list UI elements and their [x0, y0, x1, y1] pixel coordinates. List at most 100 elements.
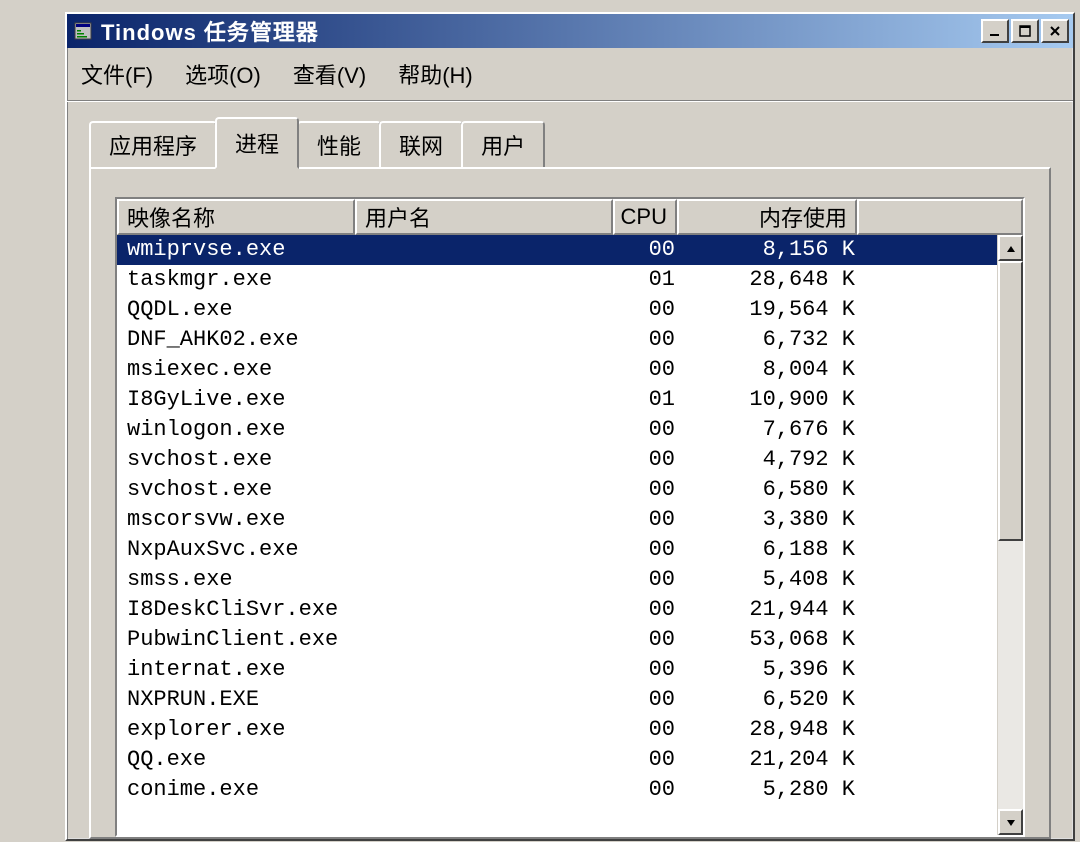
cell-image-name: wmiprvse.exe [121, 235, 359, 265]
process-row[interactable]: NXPRUN.EXE006,520 K [117, 685, 997, 715]
cell-cpu: 00 [617, 655, 681, 685]
col-header-user-name[interactable]: 用户名 [355, 199, 613, 235]
scroll-track[interactable] [998, 261, 1023, 809]
cell-user-name [359, 535, 617, 565]
cell-cpu: 00 [617, 565, 681, 595]
process-row[interactable]: msiexec.exe008,004 K [117, 355, 997, 385]
cell-cpu: 00 [617, 415, 681, 445]
process-row[interactable]: smss.exe005,408 K [117, 565, 997, 595]
process-row[interactable]: DNF_AHK02.exe006,732 K [117, 325, 997, 355]
cell-image-name: I8DeskCliSvr.exe [121, 595, 359, 625]
cell-mem: 5,280 K [681, 775, 861, 805]
cell-image-name: NXPRUN.EXE [121, 685, 359, 715]
menubar: 文件(F) 选项(O) 查看(V) 帮助(H) [67, 48, 1073, 101]
cell-image-name: I8GyLive.exe [121, 385, 359, 415]
cell-cpu: 00 [617, 685, 681, 715]
close-button[interactable] [1041, 19, 1069, 43]
window-title: Tindows 任务管理器 [101, 15, 981, 47]
cell-cpu: 00 [617, 355, 681, 385]
cell-cpu: 00 [617, 295, 681, 325]
process-row[interactable]: internat.exe005,396 K [117, 655, 997, 685]
scroll-down-button[interactable] [998, 809, 1023, 835]
vertical-scrollbar[interactable] [997, 235, 1023, 835]
process-row[interactable]: wmiprvse.exe008,156 K [117, 235, 997, 265]
cell-cpu: 00 [617, 625, 681, 655]
cell-image-name: QQ.exe [121, 745, 359, 775]
cell-mem: 19,564 K [681, 295, 861, 325]
cell-cpu: 01 [617, 265, 681, 295]
process-row[interactable]: PubwinClient.exe 0053,068 K [117, 625, 997, 655]
cell-mem: 21,204 K [681, 745, 861, 775]
menu-options[interactable]: 选项(O) [173, 54, 273, 94]
app-icon [71, 19, 95, 43]
tab-processes[interactable]: 进程 [215, 117, 299, 169]
processes-panel: 映像名称 用户名 CPU 内存使用 wmiprvse.exe008,156 Kt… [89, 167, 1051, 839]
process-row[interactable]: taskmgr.exe0128,648 K [117, 265, 997, 295]
cell-cpu: 01 [617, 385, 681, 415]
cell-user-name [359, 475, 617, 505]
cell-user-name [359, 745, 617, 775]
cell-user-name [359, 325, 617, 355]
col-header-cpu[interactable]: CPU [613, 199, 677, 235]
cell-mem: 53,068 K [681, 625, 861, 655]
listview-header: 映像名称 用户名 CPU 内存使用 [117, 199, 1023, 235]
cell-mem: 6,580 K [681, 475, 861, 505]
cell-image-name: svchost.exe [121, 475, 359, 505]
process-row[interactable]: mscorsvw.exe003,380 K [117, 505, 997, 535]
task-manager-window: Tindows 任务管理器 文件(F) 选项(O) 查看(V) 帮助(H) 应用… [65, 12, 1075, 841]
scroll-thumb[interactable] [998, 261, 1023, 541]
cell-cpu: 00 [617, 235, 681, 265]
cell-image-name: NxpAuxSvc.exe [121, 535, 359, 565]
cell-user-name [359, 295, 617, 325]
cell-cpu: 00 [617, 445, 681, 475]
cell-mem: 28,948 K [681, 715, 861, 745]
minimize-button[interactable] [981, 19, 1009, 43]
cell-image-name: PubwinClient.exe [121, 625, 359, 655]
cell-mem: 5,396 K [681, 655, 861, 685]
cell-user-name [359, 775, 617, 805]
arrow-down-icon [1006, 812, 1016, 833]
col-header-blank[interactable] [857, 199, 1023, 235]
process-row[interactable]: NxpAuxSvc.exe006,188 K [117, 535, 997, 565]
cell-image-name: QQDL.exe [121, 295, 359, 325]
col-header-mem-usage[interactable]: 内存使用 [677, 199, 857, 235]
cell-user-name [359, 505, 617, 535]
tab-strip: 应用程序 进程 性能 联网 用户 [89, 117, 1051, 169]
cell-user-name [359, 655, 617, 685]
menu-help[interactable]: 帮助(H) [386, 54, 485, 94]
process-row[interactable]: svchost.exe006,580 K [117, 475, 997, 505]
titlebar[interactable]: Tindows 任务管理器 [67, 14, 1073, 48]
cell-cpu: 00 [617, 325, 681, 355]
maximize-button[interactable] [1011, 19, 1039, 43]
cell-mem: 6,732 K [681, 325, 861, 355]
scroll-up-button[interactable] [998, 235, 1023, 261]
menu-view[interactable]: 查看(V) [281, 54, 378, 94]
cell-mem: 21,944 K [681, 595, 861, 625]
cell-cpu: 00 [617, 715, 681, 745]
tab-users[interactable]: 用户 [461, 121, 545, 173]
cell-image-name: msiexec.exe [121, 355, 359, 385]
cell-mem: 3,380 K [681, 505, 861, 535]
process-row[interactable]: conime.exe005,280 K [117, 775, 997, 805]
process-row[interactable]: winlogon.exe007,676 K [117, 415, 997, 445]
cell-mem: 10,900 K [681, 385, 861, 415]
cell-user-name [359, 685, 617, 715]
menu-file[interactable]: 文件(F) [69, 54, 165, 94]
process-row[interactable]: explorer.exe0028,948 K [117, 715, 997, 745]
cell-cpu: 00 [617, 595, 681, 625]
process-row[interactable]: svchost.exe 004,792 K [117, 445, 997, 475]
process-row[interactable]: QQ.exe0021,204 K [117, 745, 997, 775]
listview-body-wrap: wmiprvse.exe008,156 Ktaskmgr.exe0128,648… [117, 235, 1023, 835]
tab-performance[interactable]: 性能 [297, 121, 381, 173]
cell-user-name [359, 595, 617, 625]
tab-applications[interactable]: 应用程序 [89, 121, 217, 173]
cell-user-name [359, 355, 617, 385]
cell-image-name: svchost.exe [121, 445, 359, 475]
cell-mem: 4,792 K [681, 445, 861, 475]
process-row[interactable]: I8DeskCliSvr.exe 0021,944 K [117, 595, 997, 625]
col-header-image-name[interactable]: 映像名称 [117, 199, 355, 235]
cell-cpu: 00 [617, 535, 681, 565]
process-row[interactable]: QQDL.exe 0019,564 K [117, 295, 997, 325]
process-row[interactable]: I8GyLive.exe 0110,900 K [117, 385, 997, 415]
tab-networking[interactable]: 联网 [379, 121, 463, 173]
